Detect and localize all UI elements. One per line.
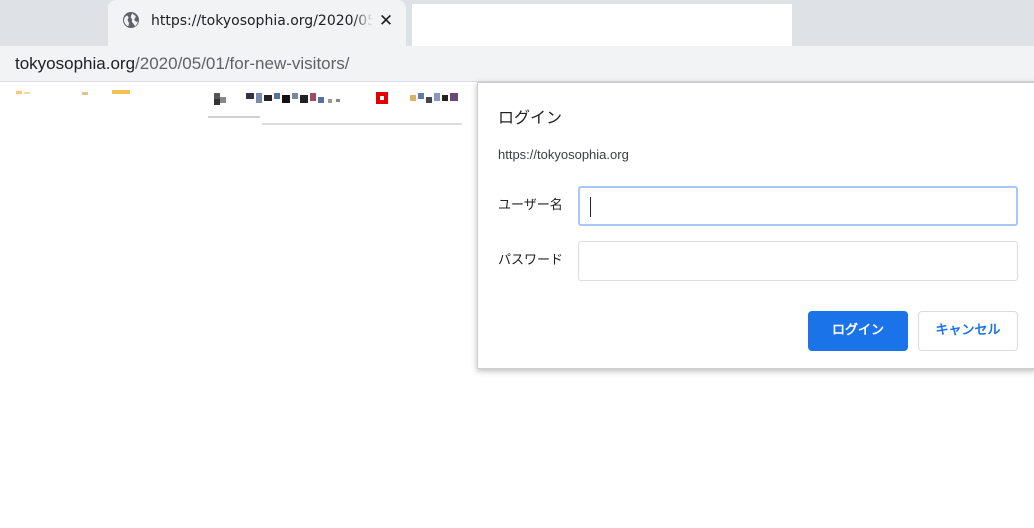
url-text[interactable]: tokyosophia.org/2020/05/01/for-new-visit… <box>15 52 350 76</box>
redacted-nav-block <box>212 91 462 109</box>
username-label: ユーザー名 <box>498 198 563 213</box>
divider <box>262 123 462 125</box>
login-dialog: ログイン https://tokyosophia.org ユーザー名 パスワード… <box>477 82 1034 369</box>
globe-icon <box>122 11 140 29</box>
url-host: tokyosophia.org <box>15 54 136 73</box>
redacted-logo-fragment <box>112 90 130 94</box>
url-path: /2020/05/01/for-new-visitors/ <box>135 54 350 73</box>
password-label: パスワード <box>498 253 564 268</box>
address-bar[interactable]: tokyosophia.org/2020/05/01/for-new-visit… <box>0 46 1034 82</box>
redacted-logo-fragment <box>24 92 30 94</box>
tab-active[interactable]: https://tokyosophia.org/2020/05/01/for-n… <box>108 0 406 46</box>
tab-title: https://tokyosophia.org/2020/05/01/for-n… <box>151 11 373 31</box>
dialog-title: ログイン <box>498 108 563 127</box>
divider <box>208 116 260 118</box>
dialog-origin: https://tokyosophia.org <box>498 147 629 162</box>
tab-redacted[interactable] <box>412 4 792 48</box>
text-caret <box>590 197 591 217</box>
cancel-button[interactable]: キャンセル <box>918 311 1018 351</box>
browser-window: https://tokyosophia.org/2020/05/01/for-n… <box>0 0 1034 528</box>
password-field[interactable] <box>578 241 1018 281</box>
login-button[interactable]: ログイン <box>808 311 908 351</box>
username-field[interactable] <box>578 186 1018 226</box>
tab-strip: https://tokyosophia.org/2020/05/01/for-n… <box>0 0 1034 48</box>
redacted-logo-fragment <box>16 91 22 94</box>
close-icon[interactable]: ✕ <box>376 11 396 31</box>
redacted-logo-fragment <box>82 92 88 95</box>
